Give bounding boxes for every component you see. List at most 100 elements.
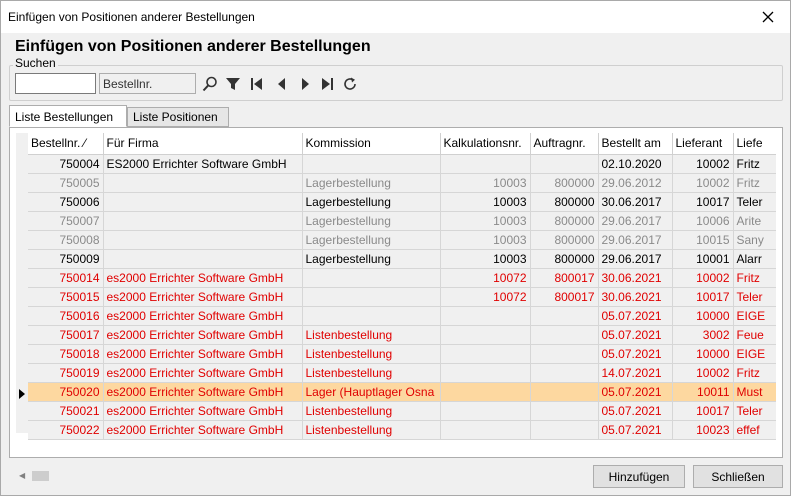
table-row[interactable]: 750004 ES2000 Errichter Software GmbH 02.1… <box>28 154 776 174</box>
table-cell <box>103 173 303 193</box>
table-cell <box>103 211 303 231</box>
table-cell: 750009 <box>28 249 104 269</box>
column-header[interactable]: Kalkulationsnr. <box>440 133 531 155</box>
search-icon[interactable] <box>200 74 220 94</box>
table-cell <box>440 401 531 421</box>
table-cell: Listenbestellung <box>302 363 441 383</box>
table-cell: ES2000 Errichter Software GmbH <box>103 154 303 174</box>
table-cell: Lagerbestellung <box>302 173 441 193</box>
table-row[interactable]: 750018 es2000 Errichter Software GmbH List… <box>28 344 776 364</box>
table-cell: Lagerbestellung <box>302 192 441 212</box>
table-cell: 10072 <box>440 287 531 307</box>
column-header[interactable]: Für Firma <box>103 133 303 155</box>
table-row[interactable]: 750022 es2000 Errichter Software GmbH List… <box>28 420 776 440</box>
table-cell <box>440 363 531 383</box>
table-row[interactable]: 750005 Lagerbestellung 10003 800000 29.06.20… <box>28 173 776 193</box>
table-cell: Fritz <box>733 268 776 288</box>
table-cell: es2000 Errichter Software GmbH <box>103 268 303 288</box>
table-cell: 800000 <box>530 230 599 250</box>
table-cell: es2000 Errichter Software GmbH <box>103 363 303 383</box>
scroll-left-icon[interactable]: ◀ <box>19 471 25 480</box>
table-cell: 10000 <box>672 344 734 364</box>
table-cell <box>302 268 441 288</box>
column-header[interactable]: Bestellnr. ⁄ <box>28 133 104 155</box>
table-row[interactable]: 750021 es2000 Errichter Software GmbH List… <box>28 401 776 421</box>
table-cell: Listenbestellung <box>302 325 441 345</box>
table-cell: 10001 <box>672 249 734 269</box>
table-cell <box>440 420 531 440</box>
table-cell: 29.06.2017 <box>598 230 673 250</box>
table-cell <box>530 382 599 402</box>
table-cell: 10003 <box>440 211 531 231</box>
table-cell <box>440 382 531 402</box>
table-cell: 29.06.2012 <box>598 173 673 193</box>
tab-liste-bestellungen[interactable]: Liste Bestellungen <box>9 105 127 127</box>
table-row[interactable]: 750009 Lagerbestellung 10003 800000 29.06.20… <box>28 249 776 269</box>
table-row[interactable]: 750015 es2000 Errichter Software GmbH 1007… <box>28 287 776 307</box>
table-cell <box>103 192 303 212</box>
refresh-icon[interactable] <box>340 74 360 94</box>
table-row[interactable]: 750014 es2000 Errichter Software GmbH 1007… <box>28 268 776 288</box>
column-header[interactable]: Bestellt am <box>598 133 673 155</box>
horizontal-scroll-thumb[interactable] <box>32 471 49 481</box>
table-cell: es2000 Errichter Software GmbH <box>103 420 303 440</box>
table-cell: Fritz <box>733 173 776 193</box>
table-cell: 10003 <box>440 249 531 269</box>
table-row[interactable]: 750019 es2000 Errichter Software GmbH List… <box>28 363 776 383</box>
previous-record-icon[interactable] <box>272 74 292 94</box>
table-row[interactable]: 750008 Lagerbestellung 10003 800000 29.06.20… <box>28 230 776 250</box>
last-record-icon[interactable] <box>317 74 337 94</box>
first-record-icon[interactable] <box>247 74 267 94</box>
table-cell: 750008 <box>28 230 104 250</box>
filter-icon[interactable] <box>223 74 243 94</box>
table-cell: EIGE <box>733 306 776 326</box>
table-cell: 10017 <box>672 192 734 212</box>
table-cell: 14.07.2021 <box>598 363 673 383</box>
table-cell: 10002 <box>672 173 734 193</box>
table-cell: Lagerbestellung <box>302 230 441 250</box>
table-cell: Lagerbestellung <box>302 249 441 269</box>
table-row-selected[interactable]: 750020 es2000 Errichter Software GmbH Lage… <box>28 382 776 402</box>
table-cell: Feue <box>733 325 776 345</box>
table-cell: 750004 <box>28 154 104 174</box>
orders-table: Bestellnr. ⁄ Für Firma Kommission Kalkulati… <box>28 133 776 440</box>
next-record-icon[interactable] <box>295 74 315 94</box>
table-cell <box>530 344 599 364</box>
table-cell: 800000 <box>530 173 599 193</box>
column-header[interactable]: Liefe <box>733 133 776 155</box>
table-cell: 10015 <box>672 230 734 250</box>
table-cell: Lagerbestellung <box>302 211 441 231</box>
close-icon[interactable] <box>754 5 782 29</box>
add-button[interactable]: Hinzufügen <box>593 465 685 488</box>
table-cell: 3002 <box>672 325 734 345</box>
table-cell: effef <box>733 420 776 440</box>
dialog-window: Einfügen von Positionen anderer Bestellu… <box>0 0 791 496</box>
current-row-indicator-icon <box>17 384 27 403</box>
table-cell: 800000 <box>530 192 599 212</box>
column-header[interactable]: Auftragnr. <box>530 133 599 155</box>
table-cell <box>530 154 599 174</box>
table-row[interactable]: 750006 Lagerbestellung 10003 800000 30.06.20… <box>28 192 776 212</box>
table-cell: Listenbestellung <box>302 401 441 421</box>
table-row[interactable]: 750016 es2000 Errichter Software GmbH 05.0… <box>28 306 776 326</box>
table-cell: Lager (Hauptlager Osna <box>302 382 441 402</box>
table-cell <box>302 306 441 326</box>
table-cell: 10002 <box>672 154 734 174</box>
column-header[interactable]: Kommission <box>302 133 441 155</box>
table-row[interactable]: 750017 es2000 Errichter Software GmbH List… <box>28 325 776 345</box>
table-cell: 05.07.2021 <box>598 325 673 345</box>
search-field-select[interactable]: Bestellnr. <box>99 73 196 94</box>
window-title: Einfügen von Positionen anderer Bestellu… <box>8 10 255 24</box>
column-header[interactable]: Lieferant <box>672 133 734 155</box>
table-cell: 750017 <box>28 325 104 345</box>
table-cell <box>103 230 303 250</box>
table-cell <box>103 249 303 269</box>
close-button[interactable]: Schließen <box>693 465 783 488</box>
table-row[interactable]: 750007 Lagerbestellung 10003 800000 29.06.20… <box>28 211 776 231</box>
table-cell <box>302 154 441 174</box>
table-cell: Must <box>733 382 776 402</box>
table-cell: es2000 Errichter Software GmbH <box>103 306 303 326</box>
search-input[interactable] <box>15 73 96 94</box>
table-cell <box>440 325 531 345</box>
tab-liste-positionen[interactable]: Liste Positionen <box>127 107 229 127</box>
